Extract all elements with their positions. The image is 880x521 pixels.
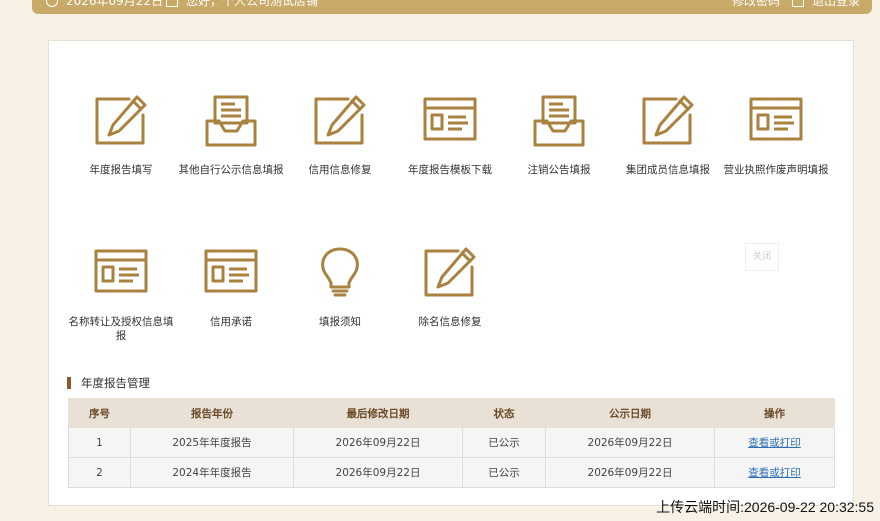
- upload-time-watermark: 上传云端时间:2026-09-22 20:32:55: [656, 499, 874, 515]
- close-button[interactable]: 关闭: [745, 243, 779, 271]
- tile-label: 其他自行公示信息填报: [178, 164, 284, 176]
- cell-action: 查看或打印: [714, 457, 835, 488]
- browser-form-icon: [65, 245, 177, 301]
- cell-status: 已公示: [462, 457, 546, 488]
- browser-form-icon: [175, 245, 287, 301]
- tile-removal-info-repair[interactable]: 除名信息修复: [394, 245, 506, 329]
- browser-form-icon: [720, 93, 832, 149]
- cell-status: 已公示: [462, 427, 546, 458]
- cell-no: 1: [68, 427, 131, 458]
- tile-label: 信用信息修复: [308, 164, 372, 176]
- top-bar: 2026年09月22日 您好，个人公司测试店铺 修改密码 退出登录: [32, 0, 872, 14]
- modify-password-link[interactable]: 修改密码: [732, 0, 780, 10]
- tile-credit-commitment[interactable]: 信用承诺: [175, 245, 287, 329]
- tile-annual-report-fill[interactable]: 年度报告填写: [65, 93, 177, 177]
- tile-template-download[interactable]: 年度报告模板下载: [394, 93, 506, 177]
- tile-label: 年度报告填写: [89, 164, 153, 176]
- cell-modified: 2026年09月22日: [293, 457, 463, 488]
- tile-other-public-info[interactable]: 其他自行公示信息填报: [175, 93, 287, 177]
- tile-filing-notes[interactable]: 填报须知: [284, 245, 396, 329]
- tile-label: 营业执照作废声明填报: [723, 164, 829, 176]
- cell-modified: 2026年09月22日: [293, 427, 463, 458]
- tile-label: 注销公告填报: [527, 164, 591, 176]
- col-header: 序号: [68, 398, 131, 428]
- col-header: 状态: [462, 398, 546, 428]
- document-icon: [166, 0, 178, 7]
- date-display: 2026年09月22日: [46, 0, 163, 10]
- tile-label: 集团成员信息填报: [626, 164, 710, 176]
- tile-label: 除名信息修复: [418, 316, 482, 328]
- edit-icon: [284, 93, 396, 149]
- annual-report-table: 序号 报告年份 最后修改日期 状态 公示日期 操作 1 2025年年度报告 20…: [68, 398, 835, 488]
- inbox-tray-icon: [503, 93, 615, 149]
- col-header: 操作: [714, 398, 835, 428]
- lightbulb-icon: [284, 245, 396, 301]
- cell-published: 2026年09月22日: [545, 427, 715, 458]
- logout-icon: [792, 0, 804, 7]
- view-print-link[interactable]: 查看或打印: [748, 437, 801, 449]
- table-row: 1 2025年年度报告 2026年09月22日 已公示 2026年09月22日 …: [68, 427, 835, 458]
- tile-label: 年度报告模板下载: [408, 164, 492, 176]
- col-header: 最后修改日期: [293, 398, 463, 428]
- tile-label: 信用承诺: [210, 316, 252, 328]
- edit-icon: [612, 93, 724, 149]
- table-row: 2 2024年年度报告 2026年09月22日 已公示 2026年09月22日 …: [68, 457, 835, 488]
- cell-no: 2: [68, 457, 131, 488]
- tile-license-void-declaration[interactable]: 营业执照作废声明填报: [720, 93, 832, 177]
- main-panel: 年度报告填写 其他自行公示信息填报 信用信息修复 年度报告模板下载 注销公告填报…: [48, 40, 854, 506]
- cell-year: 2025年年度报告: [130, 427, 294, 458]
- col-header: 报告年份: [130, 398, 294, 428]
- date-text: 2026年09月22日: [66, 0, 164, 8]
- section-title: 年度报告管理: [67, 377, 150, 389]
- tile-name-transfer[interactable]: 名称转让及授权信息填报: [65, 245, 177, 343]
- inbox-tray-icon: [175, 93, 287, 149]
- tile-label: 名称转让及授权信息填报: [68, 316, 174, 342]
- tile-cancellation-notice[interactable]: 注销公告填报: [503, 93, 615, 177]
- edit-icon: [65, 93, 177, 149]
- cell-published: 2026年09月22日: [545, 457, 715, 488]
- logout-link[interactable]: 退出登录: [792, 0, 860, 10]
- cell-year: 2024年年度报告: [130, 457, 294, 488]
- org-text: 您好，个人公司测试店铺: [186, 0, 319, 8]
- col-header: 公示日期: [545, 398, 715, 428]
- tile-group-member-info[interactable]: 集团成员信息填报: [612, 93, 724, 177]
- org-display: 您好，个人公司测试店铺: [166, 0, 318, 10]
- table-header-row: 序号 报告年份 最后修改日期 状态 公示日期 操作: [68, 398, 835, 428]
- tile-label: 填报须知: [319, 316, 361, 328]
- browser-form-icon: [394, 93, 506, 149]
- cell-action: 查看或打印: [714, 427, 835, 458]
- edit-icon: [394, 245, 506, 301]
- tile-credit-repair[interactable]: 信用信息修复: [284, 93, 396, 177]
- view-print-link[interactable]: 查看或打印: [748, 467, 801, 479]
- clock-icon: [46, 0, 58, 7]
